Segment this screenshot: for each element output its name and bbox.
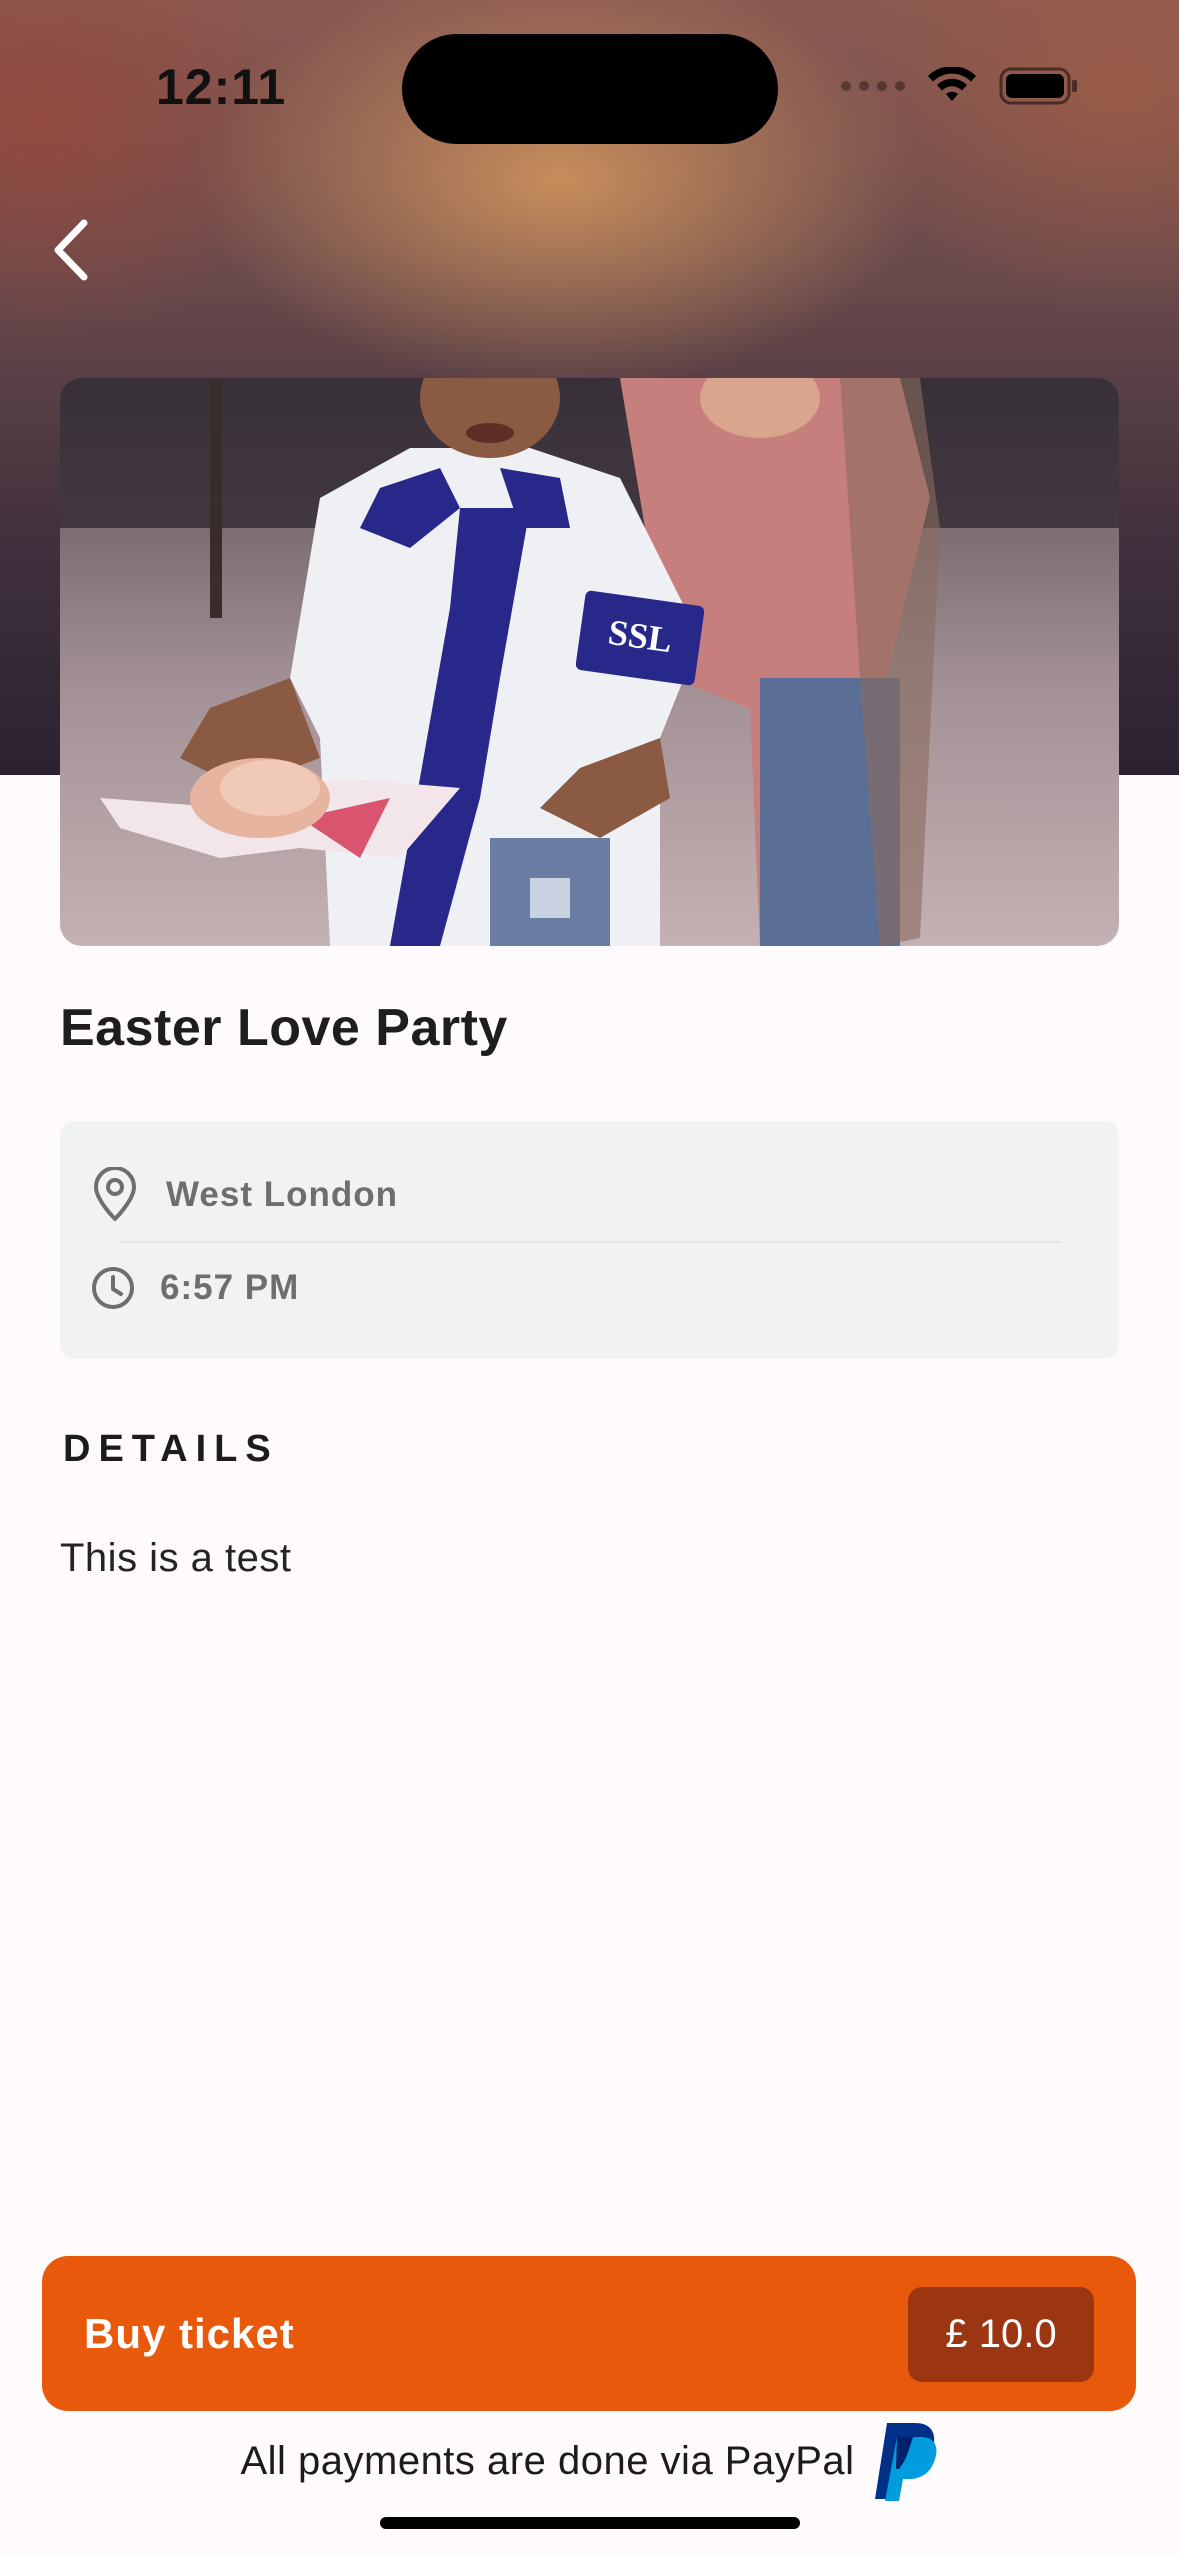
status-icons [841, 62, 1079, 110]
home-indicator [380, 2517, 800, 2529]
location-label: West London [166, 1175, 398, 1214]
back-button[interactable] [30, 210, 110, 290]
price-badge: £ 10.0 [908, 2287, 1094, 2382]
wifi-icon [928, 67, 976, 101]
chevron-left-icon [54, 219, 88, 281]
dynamic-island [402, 34, 778, 144]
location-row: West London [90, 1167, 398, 1223]
event-photo: SSL [60, 378, 1119, 946]
event-info-card: West London 6:57 PM [60, 1121, 1119, 1359]
info-divider [118, 1241, 1061, 1243]
signal-dots-icon [841, 81, 905, 91]
battery-icon [999, 67, 1077, 105]
paypal-logo-icon [874, 2423, 937, 2501]
paypal-note-text: All payments are done via PayPal [240, 2438, 855, 2483]
details-body: This is a test [60, 1536, 292, 1580]
status-time: 12:11 [156, 59, 287, 115]
paypal-note: All payments are done via PayPal [0, 2423, 1179, 2501]
time-row: 6:57 PM [90, 1265, 299, 1311]
clock-icon [92, 1267, 134, 1309]
details-heading: DETAILS [63, 1428, 279, 1470]
buy-ticket-button[interactable]: Buy ticket £ 10.0 [42, 2256, 1136, 2411]
location-pin-icon [94, 1167, 136, 1221]
event-title: Easter Love Party [60, 999, 508, 1057]
buy-ticket-label: Buy ticket [84, 2310, 295, 2357]
time-label: 6:57 PM [160, 1268, 300, 1307]
